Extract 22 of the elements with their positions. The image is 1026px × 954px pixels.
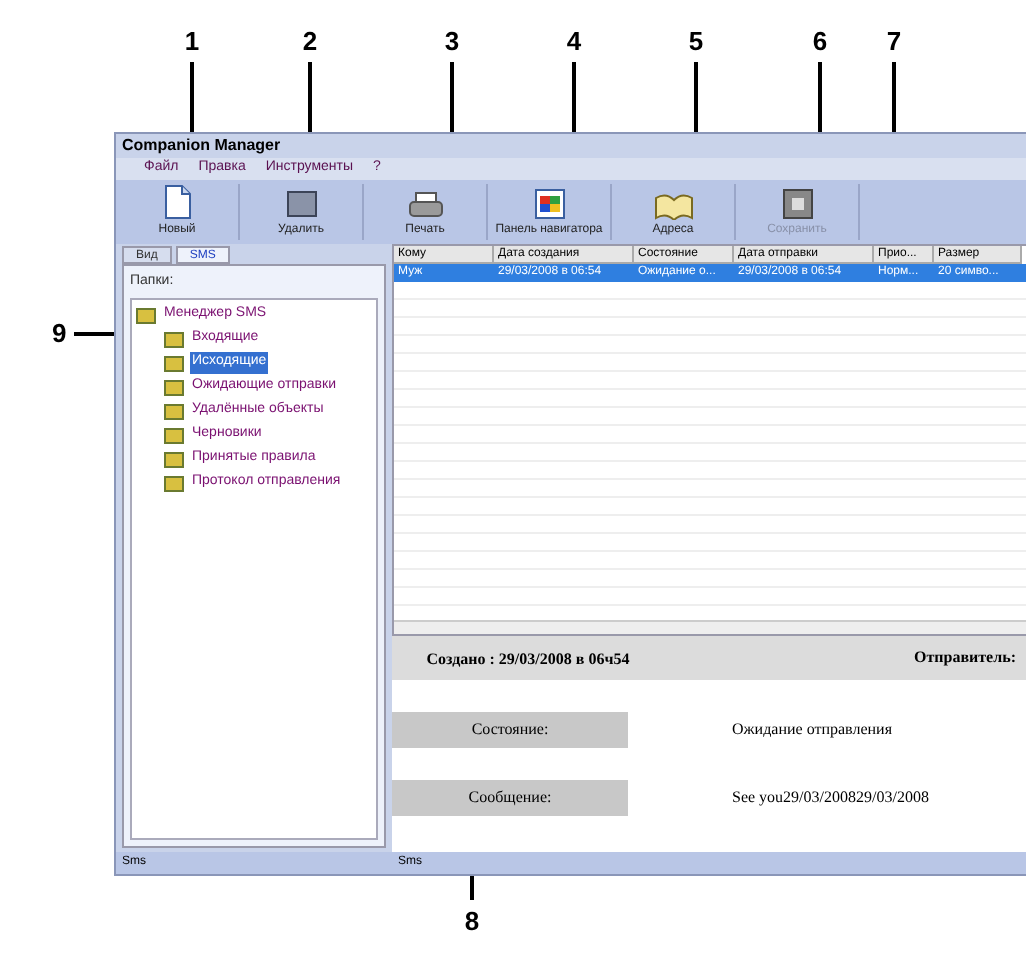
field-label: Состояние:	[392, 712, 628, 748]
printer-icon	[407, 192, 443, 220]
callout-number: 5	[686, 28, 706, 54]
book-icon	[653, 192, 693, 220]
created-text: Создано : 29/03/2008 в 06ч54	[424, 649, 632, 667]
callout-number: 1	[182, 28, 202, 54]
callout-number: 7	[884, 28, 904, 54]
window-icon	[285, 188, 317, 220]
callout-number: 2	[300, 28, 320, 54]
callout-number: 3	[442, 28, 462, 54]
callout-number: 6	[810, 28, 830, 54]
window-title: Companion Manager	[122, 134, 281, 158]
callout-number: 8	[462, 908, 482, 934]
callout-number: 9	[52, 320, 67, 346]
callout-number: 4	[564, 28, 584, 54]
field-value: See you29/03/200829/03/2008	[732, 786, 929, 810]
field-label: Сообщение:	[392, 780, 628, 816]
sender-label: Отправитель:	[913, 646, 1016, 670]
horizontal-scrollbar[interactable]	[394, 620, 1026, 634]
page-icon	[161, 184, 193, 220]
field-value: Ожидание отправления	[732, 718, 892, 742]
window-icon	[533, 188, 565, 220]
